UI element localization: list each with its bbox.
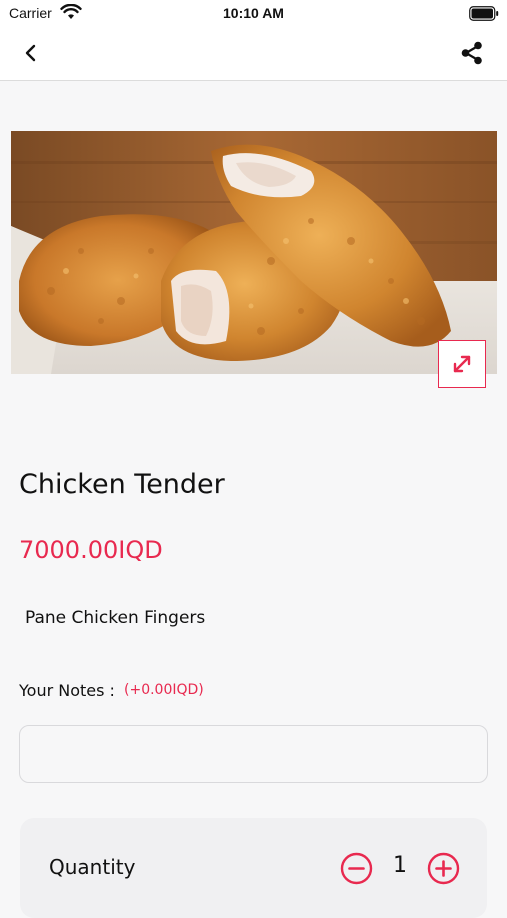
product-image[interactable] xyxy=(11,131,497,374)
chevron-left-icon xyxy=(25,44,36,62)
notes-label: Your Notes : xyxy=(19,681,115,700)
status-time: 10:10 AM xyxy=(223,5,284,21)
product-title: Chicken Tender xyxy=(19,469,225,500)
decrease-quantity-button[interactable] xyxy=(340,852,373,885)
nav-bar xyxy=(0,28,507,81)
battery-icon xyxy=(469,6,499,21)
increase-quantity-button[interactable] xyxy=(427,852,460,885)
product-price: 7000.00IQD xyxy=(19,536,163,564)
minus-circle-icon xyxy=(340,852,373,885)
share-icon xyxy=(461,41,482,65)
notes-input[interactable] xyxy=(19,725,488,783)
notes-extra-price: (+0.00IQD) xyxy=(124,682,204,698)
quantity-label: Quantity xyxy=(49,855,136,879)
back-button[interactable] xyxy=(18,40,44,66)
share-button[interactable] xyxy=(458,39,486,67)
expand-icon xyxy=(453,355,471,373)
product-description: Pane Chicken Fingers xyxy=(25,608,206,628)
quantity-value: 1 xyxy=(393,853,407,878)
plus-circle-icon xyxy=(427,852,460,885)
status-bar: Carrier 10:10 AM xyxy=(0,0,507,28)
expand-image-button[interactable] xyxy=(438,340,486,388)
